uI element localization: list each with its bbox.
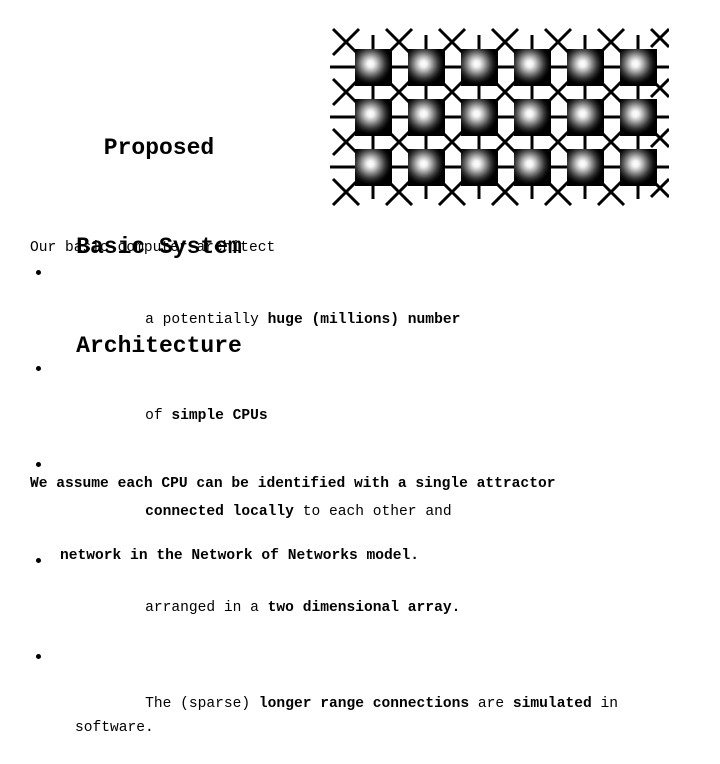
processor-grid-diagram bbox=[330, 27, 669, 206]
bullet-segment: huge (millions) number bbox=[267, 312, 461, 328]
closing-line-1: We assume each CPU can be identified wit… bbox=[30, 476, 556, 492]
grid-svg bbox=[330, 27, 669, 206]
bullet-segment: a potentially bbox=[145, 312, 268, 328]
closing-line-2: network in the Network of Networks model… bbox=[60, 548, 420, 564]
list-item: The (sparse) longer range connections ar… bbox=[30, 644, 706, 764]
bullet-segment: simple CPUs bbox=[171, 408, 268, 424]
bullet-dot-icon bbox=[36, 654, 41, 659]
bullet-segment: longer range connections bbox=[258, 696, 470, 712]
bullet-segment: simulated bbox=[512, 696, 592, 712]
bullet-segment: The (sparse) bbox=[145, 696, 259, 712]
body-lead-line: Our basic computer architect bbox=[30, 240, 276, 256]
bullet-segment: of bbox=[145, 408, 172, 424]
slide-root: Proposed Basic System Architecture Our b… bbox=[0, 0, 720, 736]
title-line-1: Proposed bbox=[103, 135, 215, 161]
bullet-dot-icon bbox=[36, 270, 41, 275]
bullet-segment: are bbox=[469, 696, 513, 712]
list-item: a potentially huge (millions) number bbox=[30, 260, 706, 356]
closing-paragraph: We assume each CPU can be identified wit… bbox=[30, 424, 706, 616]
bullet-dot-icon bbox=[36, 366, 41, 371]
